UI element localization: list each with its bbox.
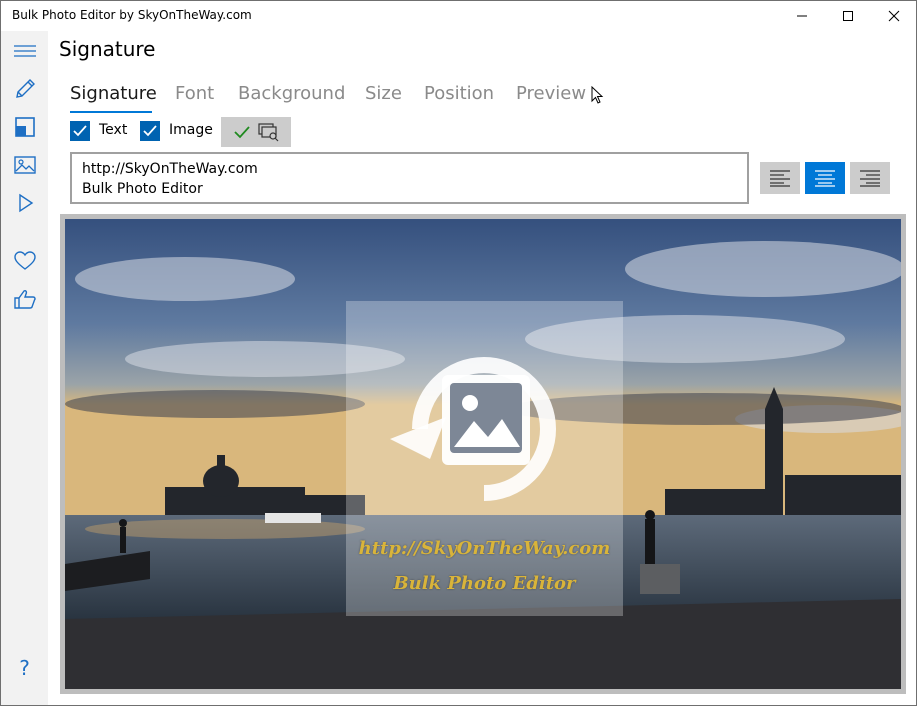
thumbs-up-icon[interactable] [1,280,48,318]
title-bar: Bulk Photo Editor by SkyOnTheWay.com [1,1,916,31]
signature-line-2: Bulk Photo Editor [82,181,203,197]
image-checkbox-label: Image [169,122,213,138]
active-tab-indicator [70,111,152,113]
play-icon[interactable] [1,184,48,222]
page-title: Signature [59,37,156,61]
align-center-icon [815,170,835,187]
align-right-button[interactable] [850,162,890,194]
maximize-button[interactable] [825,1,871,31]
close-button[interactable] [871,1,916,31]
close-icon [888,10,900,22]
hamburger-menu-icon[interactable] [1,32,48,70]
align-left-button[interactable] [760,162,800,194]
maximize-icon [843,11,853,21]
crop-frame-icon[interactable] [1,108,48,146]
text-checkbox[interactable] [70,121,90,141]
image-checkbox[interactable] [140,121,160,141]
green-check-icon [233,126,250,139]
tab-preview[interactable]: Preview [516,83,586,104]
app-window: Bulk Photo Editor by SkyOnTheWay.com ? S… [0,0,917,706]
tab-signature[interactable]: Signature [70,83,157,104]
watermark-line-2: Bulk Photo Editor [393,573,576,594]
watermark-line-1: http://SkyOnTheWay.com [358,538,611,559]
minimize-button[interactable] [779,1,825,31]
text-checkbox-label: Text [99,122,128,138]
apply-image-button[interactable] [221,117,291,147]
signature-text-input[interactable]: http://SkyOnTheWay.com Bulk Photo Editor [70,152,749,204]
align-right-icon [860,170,880,187]
tab-size[interactable]: Size [365,83,402,104]
watermark-overlay: http://SkyOnTheWay.com Bulk Photo Editor [346,301,623,616]
minimize-icon [797,15,807,17]
heart-icon[interactable] [1,242,48,280]
preview-photo: http://SkyOnTheWay.com Bulk Photo Editor [65,219,901,689]
pencil-icon[interactable] [1,70,48,108]
browse-image-icon [257,123,278,142]
tab-font[interactable]: Font [175,83,214,104]
main-content: Signature Signature Font Background Size… [48,31,916,705]
tab-position[interactable]: Position [424,83,494,104]
window-title: Bulk Photo Editor by SkyOnTheWay.com [12,8,252,22]
preview-frame: http://SkyOnTheWay.com Bulk Photo Editor [60,214,906,694]
align-center-button[interactable] [805,162,845,194]
tab-background[interactable]: Background [238,83,345,104]
checkmark-icon [143,125,157,137]
mouse-cursor-icon [591,86,604,104]
image-icon[interactable] [1,146,48,184]
help-question-icon[interactable]: ? [1,649,48,687]
watermark-logo-icon [390,357,556,501]
sidebar: ? [1,31,48,705]
checkmark-icon [73,125,87,137]
signature-line-1: http://SkyOnTheWay.com [82,161,258,177]
align-left-icon [770,170,790,187]
